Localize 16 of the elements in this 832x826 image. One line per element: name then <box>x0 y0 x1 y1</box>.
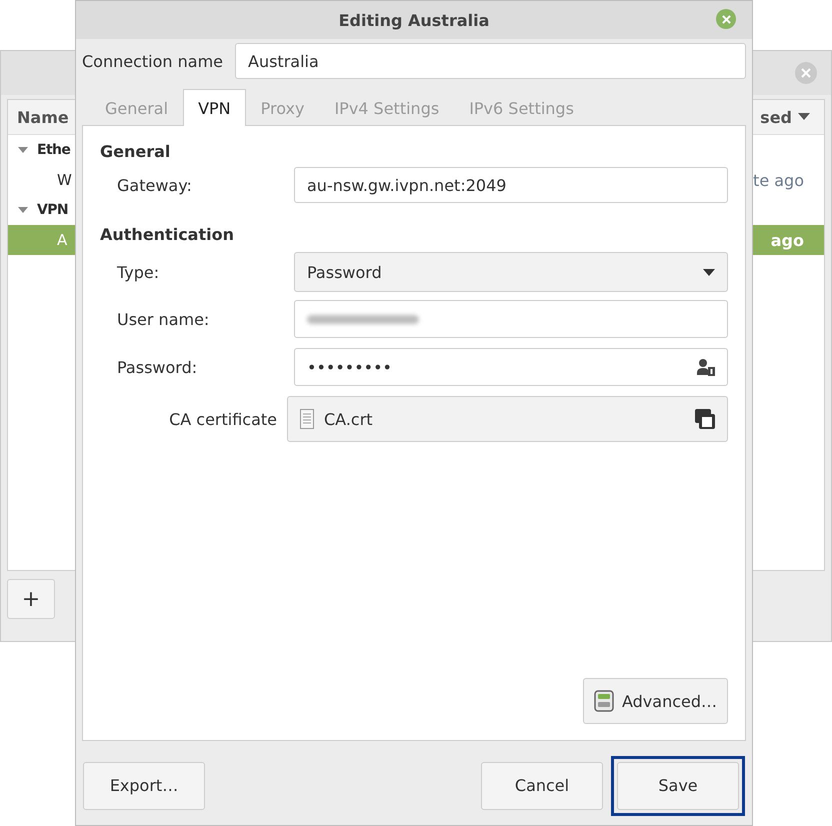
field-label: CA certificate <box>169 410 277 428</box>
connection-name: A <box>56 231 68 249</box>
window-title: Editing Australia <box>338 10 490 30</box>
group-name: VPN <box>37 202 68 218</box>
field-label: Gateway: <box>116 176 192 194</box>
group-name: Ethe <box>37 142 70 158</box>
field-label: Password: <box>116 358 198 376</box>
last-used: ago <box>770 230 804 250</box>
section-heading: Authentication <box>100 225 235 244</box>
section-heading: General <box>100 142 172 161</box>
field-label: Type: <box>116 262 160 282</box>
field-label: User name: <box>116 310 210 328</box>
field-label: Connection name <box>82 52 223 70</box>
column-title: Name <box>17 108 69 126</box>
column-title: sed <box>760 108 792 126</box>
file-name: CA.crt <box>324 410 373 428</box>
